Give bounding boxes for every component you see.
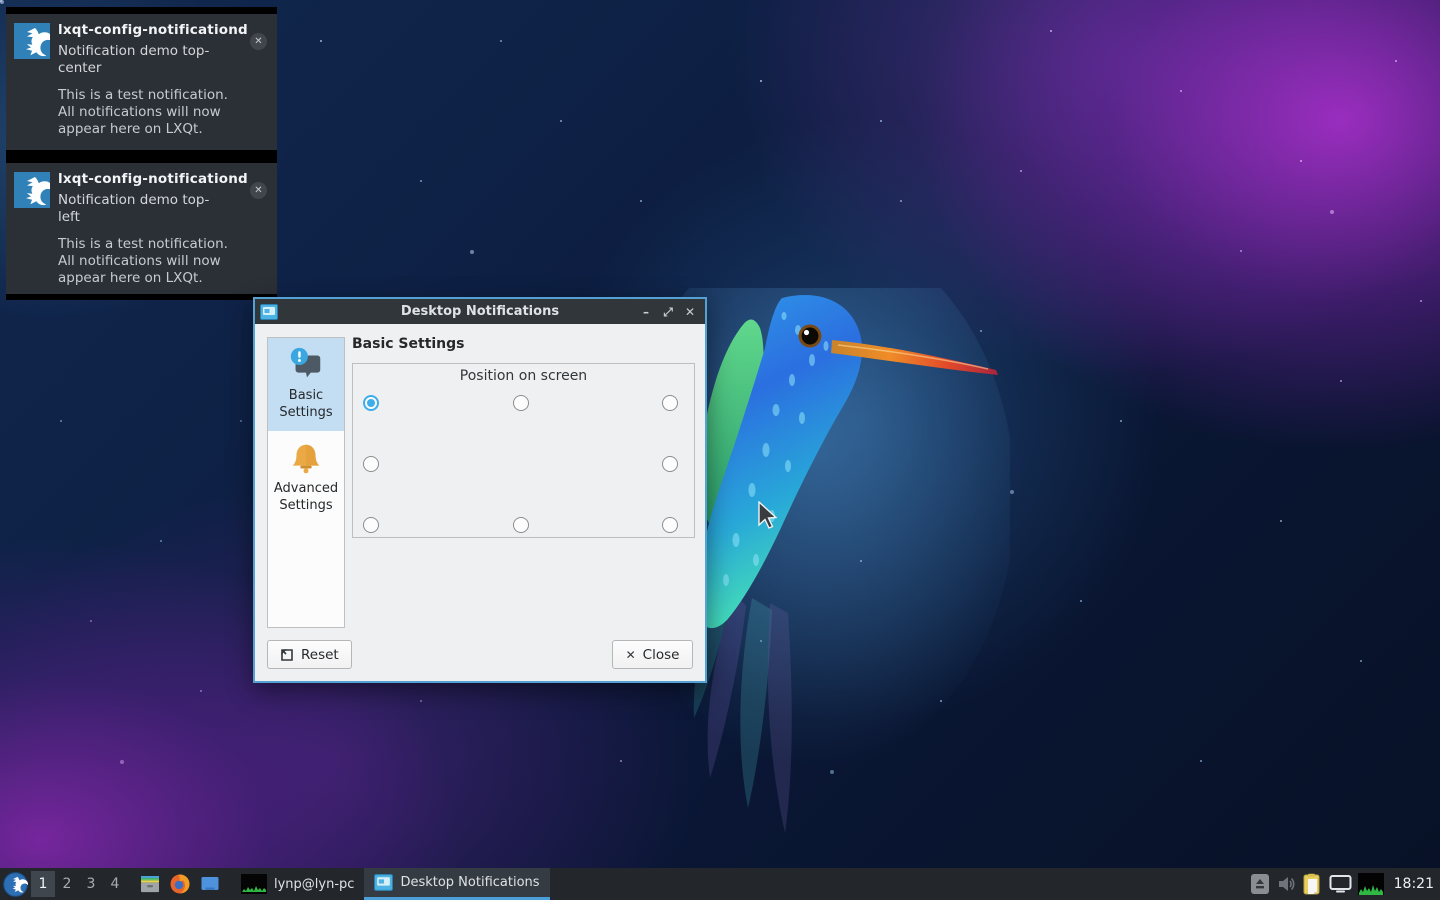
monitor-icon xyxy=(1329,874,1352,894)
eject-icon xyxy=(1250,873,1270,895)
notification-close-icon[interactable]: ✕ xyxy=(250,182,267,199)
task-desktop-notifications[interactable]: Desktop Notifications xyxy=(364,868,549,900)
close-x-icon: ✕ xyxy=(626,648,636,662)
radio-top-left[interactable] xyxy=(363,395,379,411)
firefox-icon xyxy=(169,873,191,895)
desktop-notifications-window: Desktop Notifications – ⤢ ✕ xyxy=(253,297,707,683)
mouse-cursor xyxy=(757,501,777,531)
position-groupbox: Position on screen xyxy=(352,363,695,538)
workspace-3-button[interactable]: 3 xyxy=(79,868,103,900)
sidebar-item-basic-settings[interactable]: Basic Settings xyxy=(268,338,344,431)
radio-top-right[interactable] xyxy=(662,395,678,411)
reset-button-label: Reset xyxy=(301,647,339,663)
lubuntu-logo-icon xyxy=(3,872,28,897)
notification-close-icon[interactable]: ✕ xyxy=(250,33,267,50)
task-label: lynp@lyn-pc xyxy=(274,877,354,892)
removable-media-tray-button[interactable] xyxy=(1250,873,1270,895)
notification-app-name: lxqt-config-notificationd xyxy=(58,171,267,187)
desktop: lxqt-config-notificationd Notification d… xyxy=(0,0,1440,900)
radio-top-center[interactable] xyxy=(513,395,529,411)
app-menu-button[interactable] xyxy=(0,868,31,900)
radio-bottom-left[interactable] xyxy=(363,517,379,533)
cpu-graph-icon xyxy=(1358,873,1384,895)
groupbox-title: Position on screen xyxy=(353,368,694,384)
lubuntu-bird-icon xyxy=(14,172,50,208)
sidebar-item-advanced-settings[interactable]: Advanced Settings xyxy=(268,431,344,524)
lubuntu-bird-icon xyxy=(14,23,50,59)
reset-icon xyxy=(280,648,294,662)
settings-sidebar: Basic Settings Advanced Settings xyxy=(267,337,345,628)
file-manager-launcher[interactable] xyxy=(135,868,165,900)
workspace-4-button[interactable]: 4 xyxy=(103,868,127,900)
taskbar: 1 2 3 4 xyxy=(0,868,1440,900)
section-heading: Basic Settings xyxy=(352,336,465,352)
screen-tool-launcher[interactable] xyxy=(195,868,225,900)
notification-summary: Notification demo top-center xyxy=(58,43,228,78)
firefox-launcher[interactable] xyxy=(165,868,195,900)
workspace-2-button[interactable]: 2 xyxy=(55,868,79,900)
bell-icon xyxy=(287,439,325,477)
clipboard-tray-button[interactable] xyxy=(1302,873,1323,896)
reset-button[interactable]: Reset xyxy=(267,640,352,669)
notification-bubble-icon xyxy=(287,346,325,384)
restore-button[interactable]: ⤢ xyxy=(659,303,677,321)
workspace-1-button[interactable]: 1 xyxy=(31,871,55,897)
radio-bottom-right[interactable] xyxy=(662,517,678,533)
titlebar[interactable]: Desktop Notifications – ⤢ ✕ xyxy=(255,299,705,324)
volume-tray-button[interactable] xyxy=(1276,874,1296,894)
notification-popup[interactable]: lxqt-config-notificationd Notification d… xyxy=(6,156,277,300)
radio-bottom-center[interactable] xyxy=(513,517,529,533)
notification-body: This is a test notification. All notific… xyxy=(58,87,248,139)
notification-body: This is a test notification. All notific… xyxy=(58,236,248,288)
sidebar-item-label: Basic Settings xyxy=(270,388,342,422)
terminal-thumbnail-icon xyxy=(241,874,267,894)
hummingbird-wallpaper xyxy=(680,288,1010,848)
task-terminal[interactable]: lynp@lyn-pc xyxy=(231,868,364,900)
system-monitor-tray-button[interactable] xyxy=(1358,873,1384,895)
radio-middle-left[interactable] xyxy=(363,456,379,472)
notification-popup[interactable]: lxqt-config-notificationd Notification d… xyxy=(6,7,277,156)
notification-summary: Notification demo top-left xyxy=(58,192,228,227)
close-button[interactable]: ✕ Close xyxy=(612,640,693,669)
minimize-button[interactable]: – xyxy=(637,303,655,321)
task-app-icon xyxy=(374,874,393,891)
clock[interactable]: 18:21 xyxy=(1390,876,1434,892)
blue-window-icon xyxy=(199,873,221,895)
radio-middle-right[interactable] xyxy=(662,456,678,472)
task-label: Desktop Notifications xyxy=(400,875,539,890)
sidebar-item-label: Advanced Settings xyxy=(270,481,342,515)
notification-app-name: lxqt-config-notificationd xyxy=(58,22,267,38)
clipboard-icon xyxy=(1302,873,1323,896)
close-button-label: Close xyxy=(643,647,680,663)
file-manager-icon xyxy=(139,873,161,895)
close-window-button[interactable]: ✕ xyxy=(681,303,699,321)
monitor-settings-tray-button[interactable] xyxy=(1329,874,1352,894)
speaker-icon xyxy=(1276,874,1296,894)
